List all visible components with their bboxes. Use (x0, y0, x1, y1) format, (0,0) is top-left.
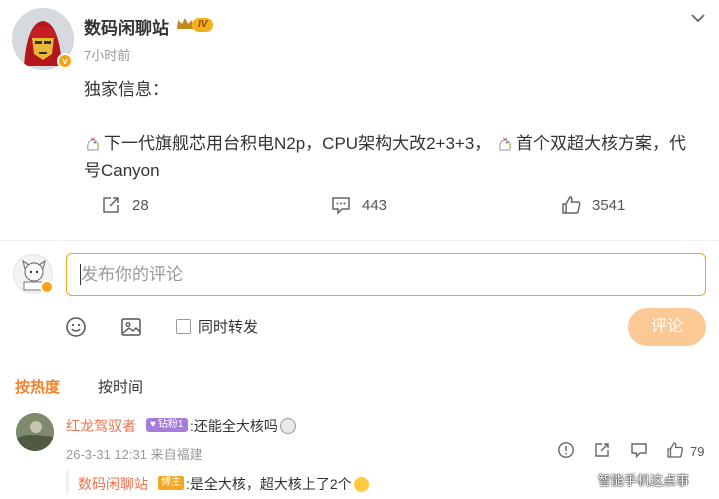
also-repost-checkbox[interactable]: 同时转发 (176, 316, 258, 337)
report-icon[interactable] (557, 441, 575, 459)
comment-text-content: :还能全大核吗 (190, 418, 278, 434)
verified-badge-icon (40, 280, 54, 294)
content-line: 独家信息： (84, 80, 169, 99)
emoji-icon (353, 477, 369, 492)
post-author-name[interactable]: 数码闲聊站 (84, 14, 169, 39)
comment-button[interactable]: 443 (330, 194, 387, 216)
like-button[interactable]: 3541 (560, 194, 625, 216)
reply-text: :是全大核，超大核上了2个 (186, 474, 369, 494)
thumbs-up-icon[interactable] (666, 441, 684, 459)
image-icon[interactable] (120, 316, 142, 338)
chicken-emoji-icon (87, 137, 100, 151)
blogger-badge: 博主 (158, 476, 184, 490)
comment-icon (332, 197, 350, 215)
also-repost-label: 同时转发 (198, 319, 259, 336)
emoji-icon (279, 418, 296, 434)
watermark: 智能手机这点事 (598, 473, 690, 488)
content-text: 首个双超大核方案，代 (516, 134, 687, 153)
share-icon (103, 197, 119, 213)
like-count: 3541 (592, 196, 626, 214)
reply-thread-bar (66, 470, 69, 494)
verified-badge-icon: v (57, 53, 73, 69)
comment-icon[interactable] (630, 441, 648, 459)
chevron-down-icon[interactable] (690, 12, 706, 24)
fan-badge: ♥ 钻粉1 (146, 418, 188, 432)
reply-author-name[interactable]: 数码闲聊站 (78, 474, 148, 494)
reply-text-content: :是全大核，超大核上了2个 (186, 476, 352, 492)
chicken-emoji-icon (499, 137, 513, 151)
commenter-name[interactable]: 红龙驾驭者 (66, 416, 136, 436)
diamond-icon: ♥ (150, 419, 156, 430)
thumbs-up-icon (562, 196, 581, 214)
divider (0, 240, 719, 241)
tab-by-hot[interactable]: 按热度 (15, 376, 60, 397)
comment-count: 443 (362, 196, 388, 214)
commenter-avatar[interactable] (16, 413, 54, 451)
checkbox-box[interactable] (176, 319, 191, 334)
content-text: 下一代旗舰芯用台积电N2p，CPU架构大改2+3+3， (104, 134, 492, 153)
comment-text: :还能全大核吗 (190, 416, 296, 436)
repost-count: 28 (132, 196, 149, 214)
share-icon[interactable] (593, 441, 611, 459)
post-time[interactable]: 7小时前 (84, 45, 130, 64)
post-content: 独家信息： 下一代旗舰芯用台积电N2p，CPU架构大改2+3+3， 首个双超大核… (84, 76, 710, 184)
level-badge: IV (192, 18, 214, 32)
comment-like-count: 79 (690, 444, 705, 459)
emoji-icon[interactable] (65, 316, 87, 338)
comment-input[interactable]: 发布你的评论 (66, 253, 706, 296)
fan-badge-label: 钻粉1 (157, 419, 184, 430)
comment-meta: 26-3-31 12:31 来自福建 (66, 447, 203, 462)
content-line: 号Canyon (84, 161, 160, 180)
tab-by-time[interactable]: 按时间 (98, 376, 143, 397)
submit-comment-button[interactable]: 评论 (628, 308, 706, 346)
repost-button[interactable]: 28 (100, 194, 149, 216)
content-line: 下一代旗舰芯用台积电N2p，CPU架构大改2+3+3， 首个双超大核方案，代 (84, 130, 710, 157)
